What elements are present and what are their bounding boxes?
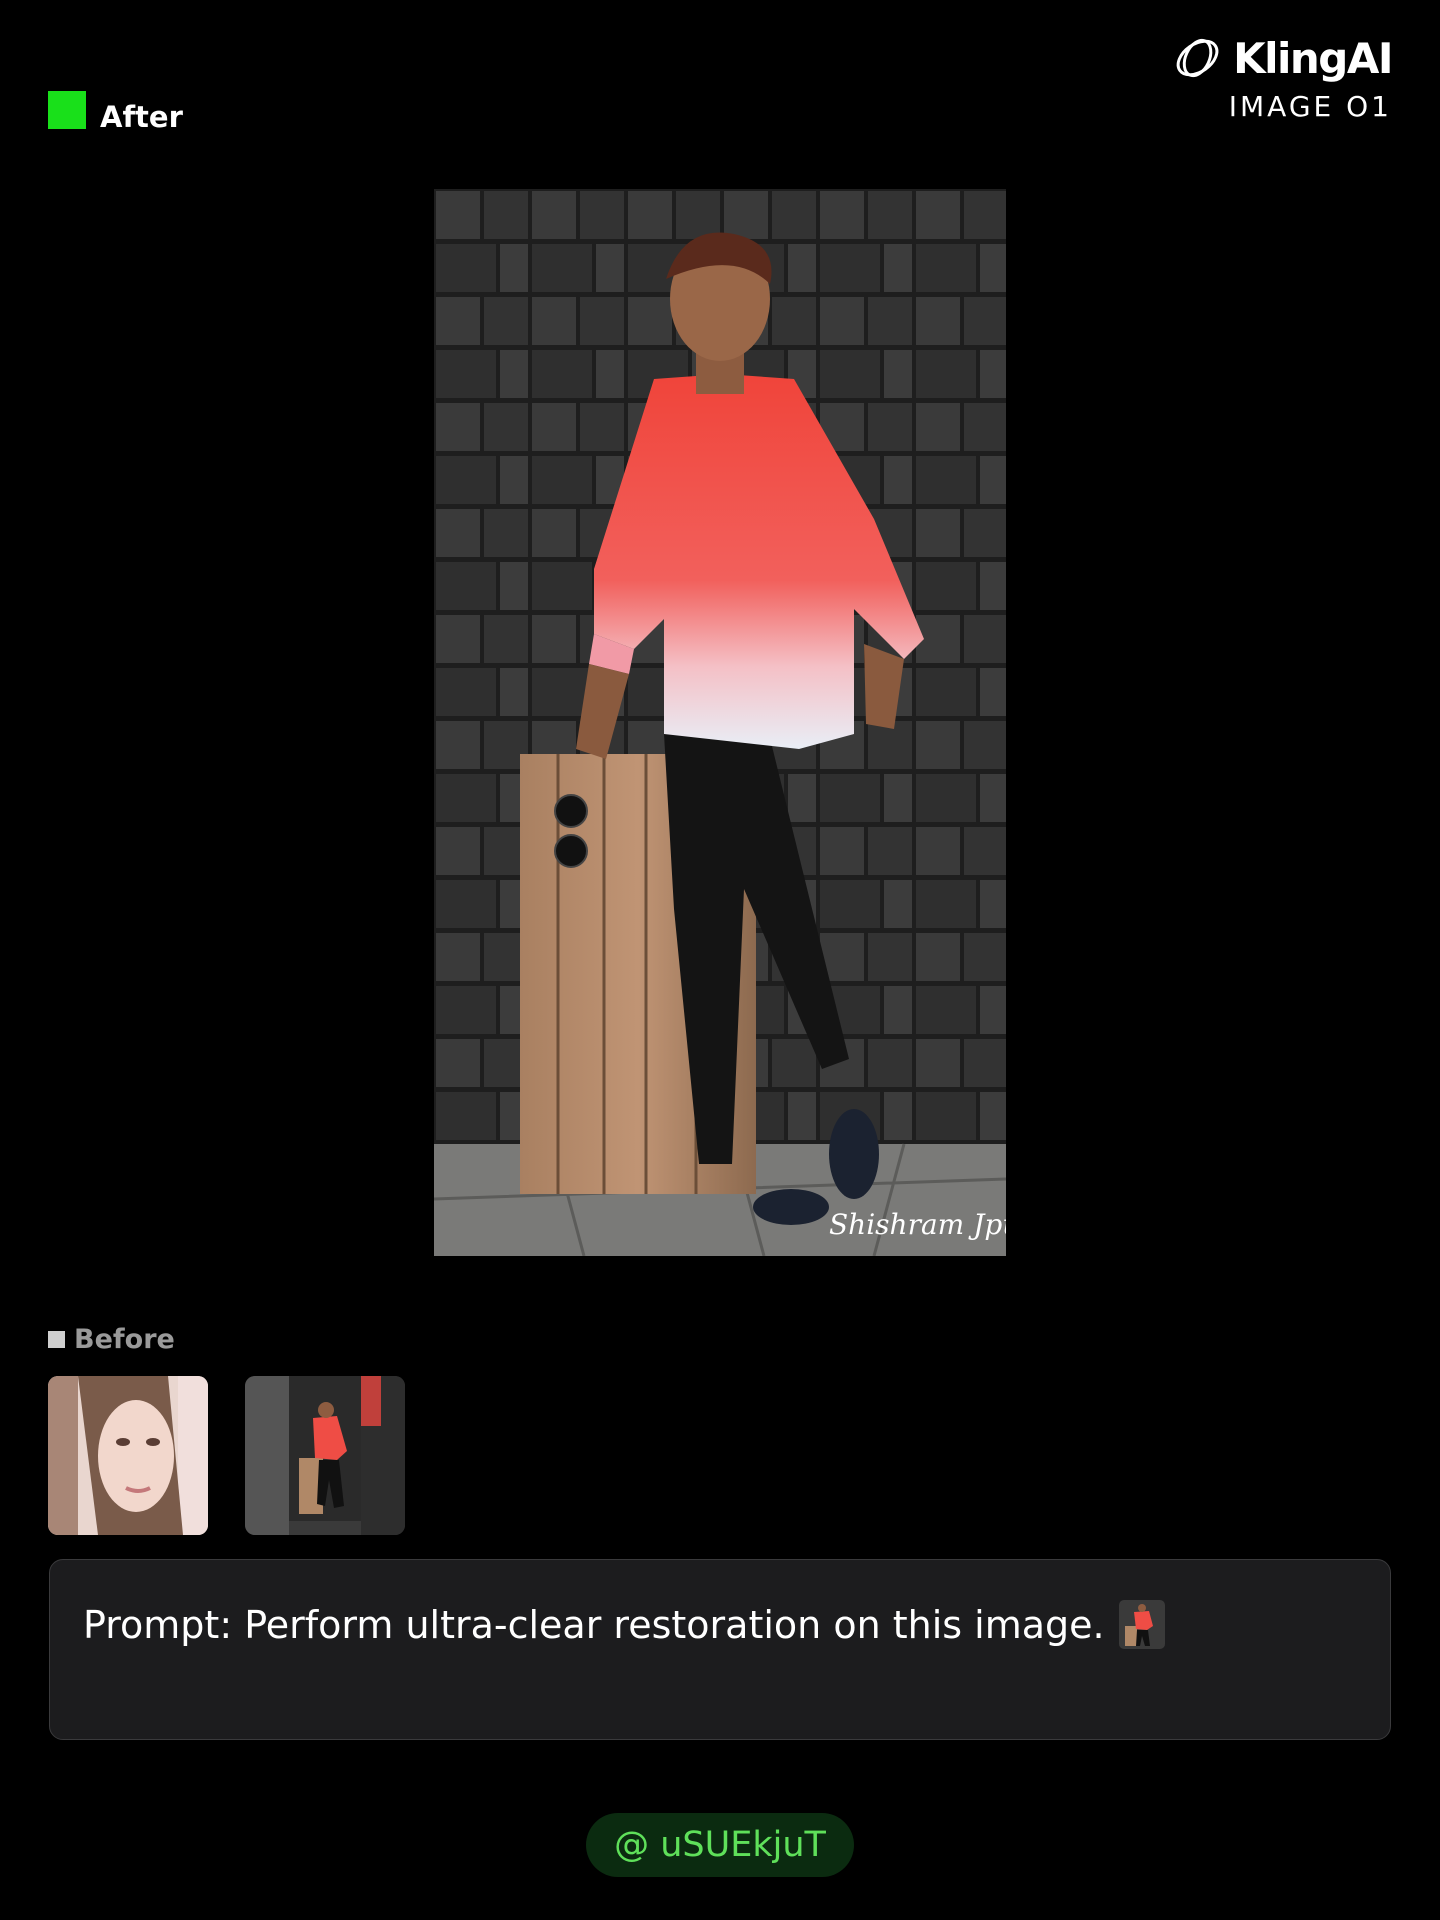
after-label: After xyxy=(48,86,183,134)
klingai-logo-icon xyxy=(1176,38,1219,78)
brand-name: KlingAI xyxy=(1233,33,1393,83)
after-text: After xyxy=(100,100,183,134)
prompt-reference-thumbnail[interactable] xyxy=(1118,1600,1165,1649)
before-label: Before xyxy=(48,1324,175,1355)
after-image-illustration: Shishram Jpur xyxy=(434,189,1006,1256)
man-red-shirt-thumbnail[interactable] xyxy=(245,1376,405,1535)
portrait-woman-thumbnail[interactable] xyxy=(48,1376,208,1535)
brand-logo-block: KlingAI IMAGE O1 xyxy=(1172,32,1393,123)
prompt-reference-image xyxy=(1118,1600,1165,1649)
before-text: Before xyxy=(74,1324,175,1355)
photo-watermark: Shishram Jpur xyxy=(829,1208,1006,1241)
portrait-woman-image xyxy=(48,1376,208,1535)
prompt-box: Prompt: Perform ultra-clear restoration … xyxy=(49,1559,1391,1740)
after-swatch xyxy=(48,91,86,129)
before-swatch xyxy=(48,1331,65,1348)
prompt-text: Prompt: Perform ultra-clear restoration … xyxy=(83,1602,1105,1647)
man-red-shirt-image xyxy=(245,1376,405,1535)
user-tag[interactable]: @ uSUEkjuT xyxy=(586,1813,854,1877)
brand-product: IMAGE O1 xyxy=(1228,90,1392,123)
after-image: Shishram Jpur xyxy=(434,189,1006,1256)
